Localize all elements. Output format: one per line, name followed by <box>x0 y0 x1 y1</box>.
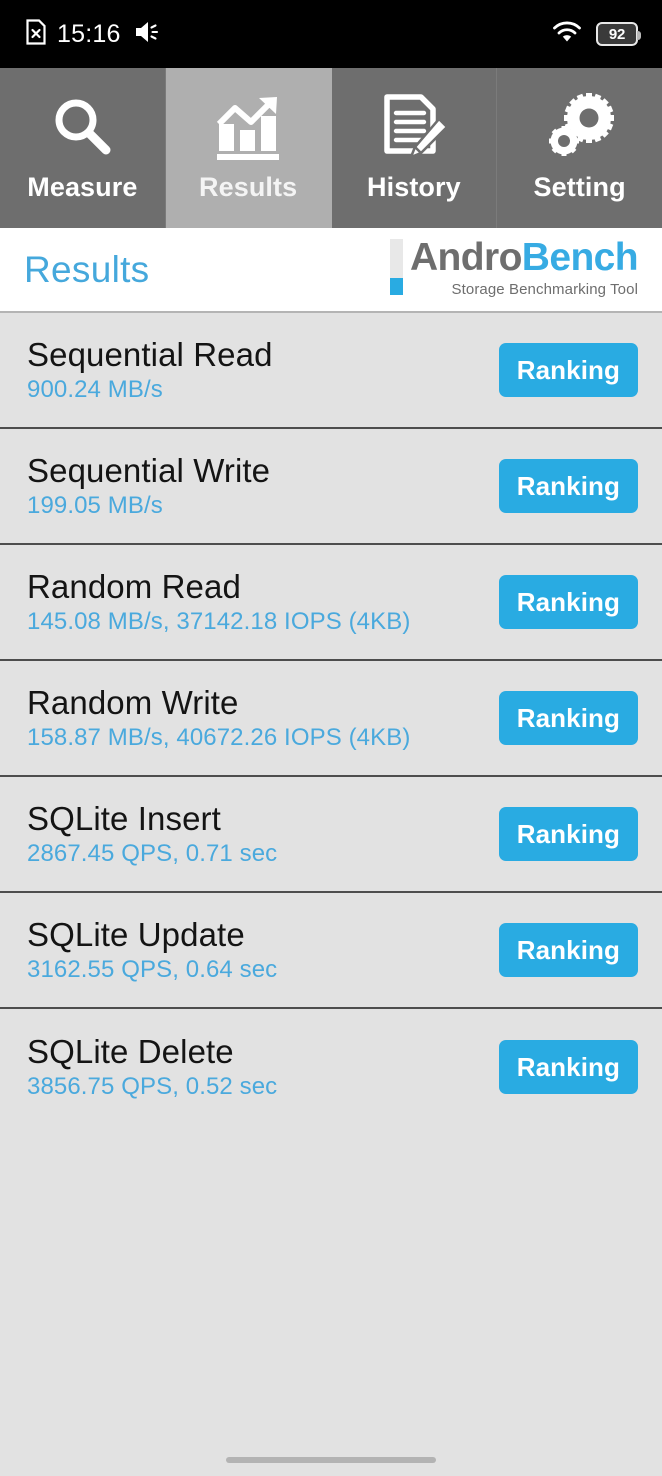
result-row-texts: Random Write 158.87 MB/s, 40672.26 IOPS (… <box>27 684 410 753</box>
result-value: 900.24 MB/s <box>27 375 163 403</box>
result-row-texts: SQLite Insert 2867.45 QPS, 0.71 sec <box>27 800 277 869</box>
ranking-button[interactable]: Ranking <box>498 1040 638 1094</box>
status-bar-clock: 15:16 <box>57 19 121 48</box>
result-value: 199.05 MB/s <box>27 491 163 519</box>
ranking-button[interactable]: Ranking <box>498 807 638 861</box>
status-bar: 15:16 92 <box>0 0 662 68</box>
result-title: SQLite Insert <box>27 799 221 837</box>
result-value: 3162.55 QPS, 0.64 sec <box>27 955 278 983</box>
ranking-button[interactable]: Ranking <box>498 923 638 977</box>
androbench-logo: AndroBench Storage Benchmarking Tool <box>389 236 639 299</box>
table-row: Sequential Write 199.05 MB/s Ranking <box>0 429 662 545</box>
ranking-button[interactable]: Ranking <box>498 575 638 629</box>
table-row: SQLite Update 3162.55 QPS, 0.64 sec Rankin… <box>0 893 662 1009</box>
logo-wordmark: AndroBench <box>409 236 639 280</box>
status-bar-left: 15:16 <box>26 18 160 50</box>
gears-icon <box>543 88 617 168</box>
result-row-texts: SQLite Update 3162.55 QPS, 0.64 sec <box>27 916 277 985</box>
system-navigation-bar <box>0 1414 662 1476</box>
tab-history-label: History <box>367 172 461 202</box>
tab-measure[interactable]: Measure <box>0 68 166 228</box>
tab-history[interactable]: History <box>331 68 498 228</box>
result-title: Random Read <box>27 567 241 605</box>
ranking-button[interactable]: Ranking <box>498 691 638 745</box>
logo-bench-text: Bench <box>521 236 639 280</box>
battery-level-label: 92 <box>608 25 626 43</box>
result-value: 2867.45 QPS, 0.71 sec <box>27 839 278 867</box>
result-row-texts: SQLite Delete 3856.75 QPS, 0.52 sec <box>27 1033 277 1102</box>
tab-setting[interactable]: Setting <box>497 68 662 228</box>
table-row: Random Write 158.87 MB/s, 40672.26 IOPS (… <box>0 661 662 777</box>
logo-andro-text: Andro <box>409 236 522 280</box>
result-row-texts: Random Read 145.08 MB/s, 37142.18 IOPS (4… <box>27 568 410 637</box>
result-row-texts: Sequential Read 900.24 MB/s <box>27 336 273 405</box>
result-title: Sequential Read <box>27 335 273 373</box>
gesture-home-pill[interactable] <box>226 1457 436 1463</box>
result-title: SQLite Update <box>27 915 245 953</box>
status-bar-right: 92 <box>552 21 641 48</box>
main-tab-bar: Measure Results History Setting <box>0 68 662 228</box>
tab-results[interactable]: Results <box>165 68 332 228</box>
bar-chart-arrow-icon <box>211 88 285 168</box>
app-header: Results AndroBench Storage Benchmarking … <box>0 228 662 313</box>
result-value: 3856.75 QPS, 0.52 sec <box>27 1072 278 1100</box>
table-row: SQLite Delete 3856.75 QPS, 0.52 sec Rankin… <box>0 1009 662 1125</box>
result-title: SQLite Delete <box>27 1032 234 1070</box>
tab-results-label: Results <box>199 172 298 202</box>
table-row: Sequential Read 900.24 MB/s Ranking <box>0 313 662 429</box>
document-pencil-icon <box>377 88 451 168</box>
tab-setting-label: Setting <box>533 172 626 202</box>
table-row: Random Read 145.08 MB/s, 37142.18 IOPS (4… <box>0 545 662 661</box>
result-title: Random Write <box>27 683 239 721</box>
result-value: 158.87 MB/s, 40672.26 IOPS (4KB) <box>27 723 411 751</box>
wifi-icon <box>552 21 582 48</box>
logo-bar-icon <box>389 239 403 296</box>
tab-measure-label: Measure <box>27 172 138 202</box>
ranking-button[interactable]: Ranking <box>498 459 638 513</box>
result-value: 145.08 MB/s, 37142.18 IOPS (4KB) <box>27 607 411 635</box>
result-title: Sequential Write <box>27 451 271 489</box>
table-row: SQLite Insert 2867.45 QPS, 0.71 sec Rankin… <box>0 777 662 893</box>
logo-text: AndroBench Storage Benchmarking Tool <box>409 236 639 298</box>
androbench-app-window: 15:16 92 Measure Results History Setting… <box>0 0 662 1476</box>
sim-card-off-icon <box>26 18 46 50</box>
results-list: Sequential Read 900.24 MB/s Ranking Sequent… <box>0 313 662 1414</box>
logo-subtitle: Storage Benchmarking Tool <box>451 280 638 298</box>
ranking-button[interactable]: Ranking <box>498 343 638 397</box>
battery-icon: 92 <box>596 22 641 46</box>
page-title: Results <box>24 248 150 290</box>
magnifier-icon <box>46 88 118 168</box>
result-row-texts: Sequential Write 199.05 MB/s <box>27 452 270 521</box>
volume-icon <box>134 20 160 49</box>
